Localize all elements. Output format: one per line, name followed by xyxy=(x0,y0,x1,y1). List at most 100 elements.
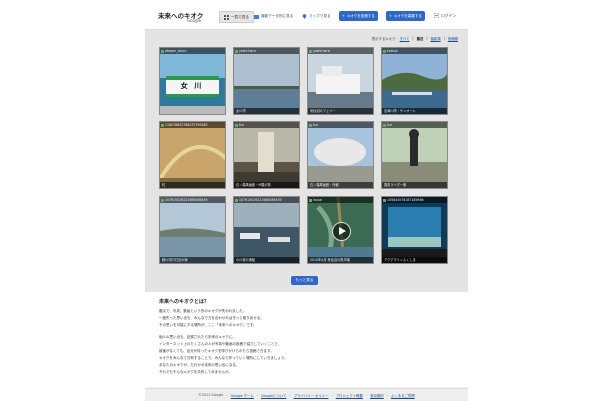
about-text-line: インターネット上のたくさんの人が写真や動画の投稿で協力していくことで、 xyxy=(159,342,282,346)
user-icon xyxy=(235,123,238,127)
user-icon xyxy=(383,123,386,127)
nav-by-date[interactable]: 撮影データ別に見る xyxy=(254,11,293,21)
footer: ©2011 Google - Google ホーム - Googleについて -… xyxy=(145,388,468,401)
photo-caption: 気仙沼のフェリー xyxy=(308,108,373,114)
sort-all[interactable]: すべて xyxy=(400,36,410,41)
nav-map[interactable]: マップで見る xyxy=(302,11,331,21)
photo-thumbnail[interactable]: yoshi hara 気仙沼のフェリー xyxy=(307,47,374,115)
photo-user: tce xyxy=(308,122,373,128)
about-text-line: キオクをみんなで共有することで、みんなで作っていく場所にしていきましょう。 xyxy=(159,356,288,360)
logo-subtitle: Google xyxy=(187,18,202,23)
video-thumbnail[interactable]: inoue 2010年4月 気仙沼の魚市場 xyxy=(307,196,374,264)
footer-link-google-home[interactable]: Google ホーム xyxy=(231,393,254,398)
grid-icon xyxy=(224,14,229,20)
sort-recent[interactable]: 最近 xyxy=(417,36,424,41)
photo-image xyxy=(382,197,447,263)
photo-user: 107615029221669089439 xyxy=(234,197,299,203)
about-text-line: 被害がなくても、自分が持ったキオクを呼びかけられたら投稿できます。 xyxy=(159,349,274,353)
photo-thumbnail[interactable]: 107615029221669089439 鮫川河口付近の海 xyxy=(159,196,226,264)
photo-user-name: tce xyxy=(313,123,318,127)
photo-thumbnail[interactable]: tce 図書ライダー像 xyxy=(381,121,448,189)
page: 未来へのキオク Google 一覧で見る 撮影データ別に見る マップで見る + … xyxy=(145,0,468,401)
user-icon xyxy=(235,198,238,202)
photo-caption: 石ノ森萬画館・外観 xyxy=(308,182,373,188)
photo-user: yoshi hara xyxy=(234,48,299,54)
copyright: ©2011 Google xyxy=(198,393,224,397)
about-title: 未来へのキオクとは？ xyxy=(159,299,209,305)
about-section: 未来へのキオクとは？ 震災で、写真、動画という形のキオクが失われました。 一度失… xyxy=(145,292,468,387)
footer-link-about-google[interactable]: Googleについて xyxy=(261,393,286,398)
plus-icon: + xyxy=(389,14,392,18)
photo-user-name: yoshi hara xyxy=(239,49,256,53)
photo-caption: アクアマリンふくしま xyxy=(382,257,447,263)
request-memory-button[interactable]: + キオクを募集する xyxy=(386,11,425,21)
photo-gallery: 表示するキオク: すべて | 最近 | 撮影順 | 投稿順 okosen_tou… xyxy=(145,30,468,292)
photo-thumbnail[interactable]: tce 石ノ森萬画館・M展示物 xyxy=(233,121,300,189)
user-icon xyxy=(161,49,164,53)
plus-icon: + xyxy=(342,14,345,18)
photo-caption: 女川湾 xyxy=(234,108,299,114)
nav-list-view-label: 一覧で見る xyxy=(231,14,249,19)
photo-thumbnail[interactable]: katsuo 志津川湾・サンオーレ xyxy=(381,47,448,115)
nav-by-date-label: 撮影データ別に見る xyxy=(261,13,294,18)
photo-image xyxy=(382,48,447,114)
photo-caption: 鮫川河口付近の海 xyxy=(160,257,225,263)
user-icon xyxy=(161,123,164,127)
photo-user-name: tce xyxy=(239,123,244,127)
photo-user-name: 107615029221669089439 xyxy=(165,198,208,202)
user-icon xyxy=(309,123,312,127)
photo-user: okosen_touru xyxy=(160,48,225,54)
sort-prefix: 表示するキオク: xyxy=(371,37,397,41)
photo-user-name: katsuo xyxy=(387,49,398,53)
photo-user: inoue xyxy=(308,197,373,203)
photo-user: tce xyxy=(234,122,299,128)
sort-bar: 表示するキオク: すべて | 最近 | 撮影順 | 投稿順 xyxy=(372,36,458,41)
login-icon xyxy=(433,12,440,19)
photo-user: katsuo xyxy=(382,48,447,54)
sort-shot-order[interactable]: 撮影順 xyxy=(431,36,441,41)
photo-user-name: tce xyxy=(387,123,392,127)
post-memory-label: キオクを投稿する xyxy=(346,13,375,18)
photo-user: 105844578187185698 xyxy=(382,197,447,203)
photo-user-name: yoshi hara xyxy=(313,49,330,53)
about-text-line: その思いを可能にする場所が、ここ「未来へのキオク」です。 xyxy=(159,323,257,327)
footer-link-privacy[interactable]: プライバシー ポリシー xyxy=(294,393,329,398)
photo-thumbnail[interactable]: 105844578187185698 アクアマリンふくしま xyxy=(381,196,448,264)
nav-list-view[interactable]: 一覧で見る xyxy=(219,11,254,23)
user-icon xyxy=(383,49,386,53)
photo-thumbnail[interactable]: 118078802786037399585 虹 xyxy=(159,121,226,189)
photo-user-name: inoue xyxy=(313,198,322,202)
map-pin-icon xyxy=(302,13,307,19)
photo-icon xyxy=(254,14,259,19)
photo-image xyxy=(234,197,299,263)
photo-user: 107615029221669089439 xyxy=(160,197,225,203)
photo-image xyxy=(160,122,225,188)
photo-thumbnail[interactable]: tce 石ノ森萬画館・外観 xyxy=(307,121,374,189)
about-text-line: 震災で、写真、動画という形のキオクが失われました。 xyxy=(159,309,247,313)
post-memory-button[interactable]: + キオクを投稿する xyxy=(339,11,378,21)
photo-caption: 石ノ森萬画館・M展示物 xyxy=(234,182,299,188)
photo-user-name: 105844578187185698 xyxy=(387,198,424,202)
user-icon xyxy=(161,198,164,202)
sort-separator: | xyxy=(412,36,414,40)
login-link[interactable]: ログイン xyxy=(433,11,457,21)
photo-caption: 2010年4月 気仙沼の魚市場 xyxy=(308,257,373,263)
footer-link-project[interactable]: プロジェクト概要 xyxy=(336,393,363,398)
footer-link-faq[interactable]: よくあるご質問 xyxy=(391,393,415,398)
photo-thumbnail[interactable]: 107615029221669089439 小川原の漁船 xyxy=(233,196,300,264)
about-text-line: それでもそんなキオクを共有してみませんか。 xyxy=(159,370,232,374)
about-text-line: 個人の思い出も、記録されたら未来のキオクに。 xyxy=(159,335,236,339)
photo-caption: 小川原の漁船 xyxy=(234,257,299,263)
footer-link-terms[interactable]: 参加規約 xyxy=(370,393,384,398)
sort-post-order[interactable]: 投稿順 xyxy=(448,36,458,41)
photo-caption: 志津川湾・サンオーレ xyxy=(382,108,447,114)
sort-separator: | xyxy=(443,36,445,40)
photo-thumbnail[interactable]: yoshi hara 女川湾 xyxy=(233,47,300,115)
play-icon[interactable] xyxy=(332,222,351,241)
photo-thumbnail[interactable]: okosen_touru 女 川 xyxy=(159,47,226,115)
load-more-button[interactable]: もっと見る xyxy=(291,276,318,285)
user-icon xyxy=(235,49,238,53)
login-label: ログイン xyxy=(441,13,457,18)
photo-user: yoshi hara xyxy=(308,48,373,54)
photo-image xyxy=(308,48,373,114)
